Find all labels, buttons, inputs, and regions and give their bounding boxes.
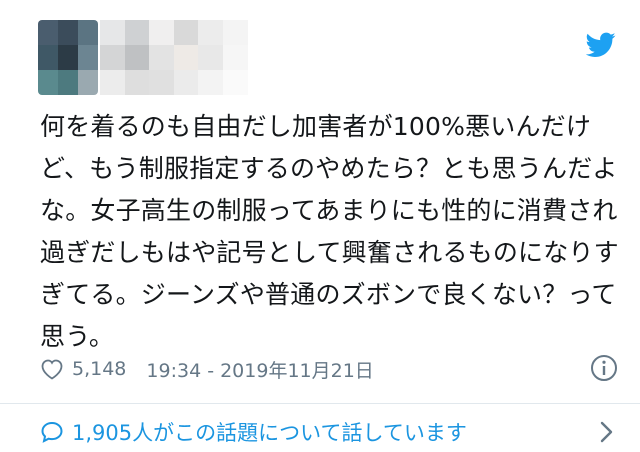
- mosaic-cell: [38, 45, 58, 70]
- user-name-redacted[interactable]: [100, 20, 248, 95]
- like-count[interactable]: 5,148: [72, 358, 126, 380]
- mosaic-cell: [124, 70, 150, 95]
- heart-icon[interactable]: [40, 358, 64, 380]
- info-icon[interactable]: [590, 354, 618, 382]
- mosaic-cell: [173, 20, 199, 45]
- tweet-timestamp[interactable]: 19:34 - 2019年11月21日: [146, 356, 373, 383]
- mosaic-cell: [38, 70, 58, 95]
- mosaic-cell: [38, 20, 58, 45]
- tweet-card: 何を着るのも自由だし加害者が100%悪いんだけど、もう制服指定するのやめたら？と…: [0, 0, 640, 452]
- mosaic-cell: [222, 20, 248, 45]
- mosaic-cell: [78, 20, 98, 45]
- mosaic-cell: [149, 70, 174, 95]
- mosaic-cell: [58, 45, 78, 70]
- mosaic-cell: [222, 45, 248, 70]
- conversation-label: 1,905人がこの話題について話しています: [72, 421, 467, 445]
- mosaic-cell: [100, 20, 125, 45]
- mosaic-cell: [78, 45, 98, 70]
- comment-icon: [41, 421, 63, 443]
- mosaic-cell: [124, 45, 150, 70]
- mosaic-cell: [198, 20, 223, 45]
- mosaic-cell: [149, 20, 174, 45]
- divider: [0, 403, 640, 404]
- mosaic-cell: [222, 70, 248, 95]
- tweet-meta: 5,148 19:34 - 2019年11月21日: [40, 354, 620, 384]
- twitter-bird-icon[interactable]: [586, 32, 616, 58]
- mosaic-cell: [198, 45, 223, 70]
- avatar-redacted[interactable]: [38, 20, 98, 95]
- mosaic-cell: [100, 70, 125, 95]
- mosaic-cell: [100, 45, 125, 70]
- mosaic-cell: [149, 45, 174, 70]
- mosaic-cell: [58, 70, 78, 95]
- mosaic-cell: [78, 70, 98, 95]
- mosaic-cell: [198, 70, 223, 95]
- mosaic-cell: [173, 45, 199, 70]
- mosaic-cell: [58, 20, 78, 45]
- conversation-link[interactable]: 1,905人がこの話題について話しています: [40, 416, 620, 448]
- mosaic-cell: [124, 20, 150, 45]
- tweet-text: 何を着るのも自由だし加害者が100%悪いんだけど、もう制服指定するのやめたら？と…: [40, 112, 619, 351]
- chevron-right-icon[interactable]: [600, 420, 614, 444]
- mosaic-cell: [173, 70, 199, 95]
